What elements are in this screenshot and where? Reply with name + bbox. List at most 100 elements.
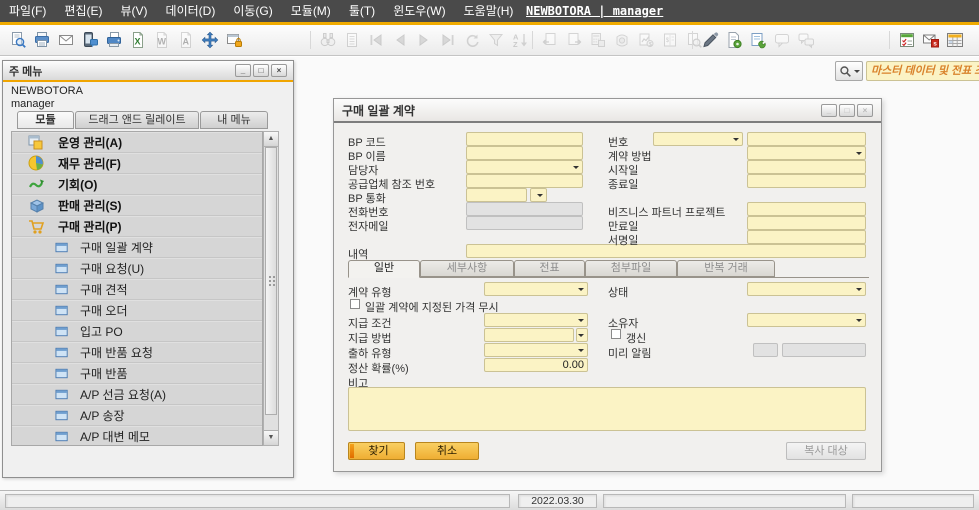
menu-file[interactable]: 파일(F) xyxy=(0,0,55,22)
ignore-prices-checkbox[interactable] xyxy=(350,299,360,309)
menu-modules[interactable]: 모듈(M) xyxy=(282,0,340,22)
termination-date-input[interactable] xyxy=(747,216,866,230)
tab-my-menu[interactable]: 내 메뉴 xyxy=(200,111,268,129)
sidebar-item-goods-return[interactable]: 구매 반품 xyxy=(12,363,262,384)
form-maximize-icon[interactable]: □ xyxy=(839,104,855,117)
number-input[interactable] xyxy=(747,132,866,146)
edit-pencil-icon[interactable] xyxy=(700,30,720,50)
tab-attachments[interactable]: 첨부파일 xyxy=(585,260,677,277)
menu-view[interactable]: 뷰(V) xyxy=(111,0,156,22)
print-preview-icon[interactable] xyxy=(8,30,28,50)
launch-application-icon[interactable] xyxy=(200,30,220,50)
tab-drag-and-relate[interactable]: 드래그 앤드 릴레이트 xyxy=(75,111,199,129)
menu-scrollbar[interactable]: ▲ ▼ xyxy=(263,131,279,446)
sidebar-item-goods-return-request[interactable]: 구매 반품 요청 xyxy=(12,342,262,363)
form-close-icon[interactable]: × xyxy=(857,104,873,117)
cancel-button[interactable]: 취소 xyxy=(415,442,479,460)
bp-code-input[interactable] xyxy=(466,132,583,146)
contact-person-select[interactable] xyxy=(466,160,583,174)
sidebar-item-ap-credit-memo[interactable]: A/P 대변 메모 xyxy=(12,426,262,446)
sidebar-module-purchasing[interactable]: 구매 관리(P) xyxy=(12,216,262,237)
status-info-cell xyxy=(603,494,846,508)
sidebar-item-purchase-quotation[interactable]: 구매 견적 xyxy=(12,279,262,300)
settlement-probability-input[interactable]: 0.00 xyxy=(484,358,588,372)
payment-method-input[interactable] xyxy=(484,328,574,342)
sidebar-module-operations[interactable]: 운영 관리(A) xyxy=(12,132,262,153)
maximize-icon[interactable]: □ xyxy=(253,64,269,77)
shipping-type-label: 출하 유형 xyxy=(348,345,392,361)
start-date-input[interactable] xyxy=(747,160,866,174)
sort-icon: AZ xyxy=(510,30,530,50)
form-settings-icon[interactable] xyxy=(724,30,744,50)
status-select[interactable] xyxy=(747,282,866,296)
print-icon[interactable] xyxy=(32,30,52,50)
renewal-checkbox[interactable] xyxy=(611,329,621,339)
tab-modules[interactable]: 모듈 xyxy=(17,111,74,129)
customization-tools-icon[interactable] xyxy=(748,30,768,50)
payment-terms-select[interactable] xyxy=(484,313,588,327)
search-button[interactable] xyxy=(835,61,863,81)
company-user-info: NEWBOTORA manager xyxy=(11,85,83,111)
svg-text:s: s xyxy=(933,41,937,48)
checklist-icon[interactable] xyxy=(897,30,917,50)
menu-window[interactable]: 윈도우(W) xyxy=(384,0,454,22)
gross-profit-icon: $ xyxy=(636,30,656,50)
lock-screen-icon[interactable] xyxy=(224,30,244,50)
tab-general[interactable]: 일반 xyxy=(348,260,420,278)
description-input[interactable] xyxy=(466,244,866,258)
tab-recurring[interactable]: 반복 거래 xyxy=(677,260,775,277)
application-window: 파일(F)편집(E)뷰(V)데이터(D)이동(G)모듈(M)툴(T)윈도우(W)… xyxy=(0,0,979,510)
window-icon xyxy=(55,429,70,444)
calendar-icon[interactable] xyxy=(945,30,965,50)
window-icon xyxy=(55,303,70,318)
bp-currency-dropdown-button[interactable] xyxy=(530,188,547,202)
window-icon xyxy=(55,324,70,339)
supplier-ref-input[interactable] xyxy=(466,174,583,188)
bp-currency-input[interactable] xyxy=(466,188,527,202)
remarks-textarea[interactable] xyxy=(348,387,866,431)
fax-icon[interactable] xyxy=(104,30,124,50)
main-menu-tabs: 모듈 드래그 앤드 릴레이트 내 메뉴 xyxy=(17,111,269,129)
menu-tools[interactable]: 툴(T) xyxy=(340,0,384,22)
agreement-method-select[interactable] xyxy=(747,146,866,160)
bp-project-input[interactable] xyxy=(747,202,866,216)
find-button[interactable]: 찾기 xyxy=(348,442,405,460)
sidebar-item-purchase-blanket-agreement[interactable]: 구매 일괄 계약 xyxy=(12,237,262,258)
sidebar-module-financials[interactable]: 재무 관리(F) xyxy=(12,153,262,174)
minimize-icon[interactable]: _ xyxy=(235,64,251,77)
sidebar-item-purchase-request[interactable]: 구매 요청(U) xyxy=(12,258,262,279)
sidebar-item-ap-down-payment-request[interactable]: A/P 선금 요청(A) xyxy=(12,384,262,405)
scrollbar-thumb[interactable] xyxy=(265,147,277,415)
tab-documents[interactable]: 전표 xyxy=(514,260,585,277)
sidebar-item-purchase-order[interactable]: 구매 오더 xyxy=(12,300,262,321)
close-icon[interactable]: × xyxy=(271,64,287,77)
bp-name-input[interactable] xyxy=(466,146,583,160)
sms-icon[interactable] xyxy=(80,30,100,50)
signing-date-input[interactable] xyxy=(747,230,866,244)
email-icon[interactable] xyxy=(56,30,76,50)
tab-details[interactable]: 세부사항 xyxy=(420,260,514,277)
global-search-input[interactable] xyxy=(866,61,979,81)
sidebar-item-ap-invoice[interactable]: A/P 송장 xyxy=(12,405,262,426)
window-icon xyxy=(55,240,70,255)
number-series-select[interactable] xyxy=(653,132,743,146)
end-date-input[interactable] xyxy=(747,174,866,188)
menu-edit[interactable]: 편집(E) xyxy=(55,0,111,22)
form-minimize-icon[interactable]: _ xyxy=(821,104,837,117)
menu-goto[interactable]: 이동(G) xyxy=(224,0,281,22)
sidebar-module-sales[interactable]: 판매 관리(S) xyxy=(12,195,262,216)
scroll-up-icon[interactable]: ▲ xyxy=(264,132,278,147)
sidebar-item-goods-receipt-po[interactable]: 입고 PO xyxy=(12,321,262,342)
messages-alert-icon[interactable]: s xyxy=(921,30,941,50)
owner-select[interactable] xyxy=(747,313,866,327)
menu-data[interactable]: 데이터(D) xyxy=(157,0,225,22)
payment-method-dropdown-button[interactable] xyxy=(576,328,588,342)
agreement-type-select[interactable] xyxy=(484,282,588,296)
export-excel-icon[interactable]: X xyxy=(128,30,148,50)
svg-text:$: $ xyxy=(649,42,652,48)
sidebar-module-opportunities[interactable]: 기회(O) xyxy=(12,174,262,195)
menu-help[interactable]: 도움말(H) xyxy=(455,0,523,22)
shipping-type-select[interactable] xyxy=(484,343,588,357)
purchase-blanket-agreement-window: 구매 일괄 계약 _ □ × BP 코드 BP 이름 담당자 공급업체 참조 번… xyxy=(333,98,882,472)
scroll-down-icon[interactable]: ▼ xyxy=(264,430,278,445)
